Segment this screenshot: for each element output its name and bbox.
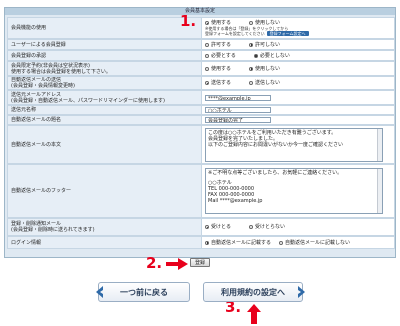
radio-selected-icon	[249, 42, 254, 47]
approval-label: 会員登録の承認	[11, 52, 47, 59]
chevron-left-icon	[96, 286, 103, 298]
radio-icon	[205, 42, 209, 47]
mail-body-label: 自動返信メールの本文	[11, 141, 62, 148]
row-mail-subject: 自動返信メールの題名 会員登録の完了	[7, 115, 395, 125]
radio-icon	[249, 81, 254, 85]
auto-mail-send-radio[interactable]: 送信する	[205, 80, 231, 86]
row-mail-footer: 自動返信メールのフッター ※ご不明な点等ございましたら、お気軽にご連絡ください。…	[7, 164, 395, 218]
reservation-on-radio[interactable]: 使用する	[205, 66, 231, 72]
mail-body-textarea[interactable]: この度は○○ホテルをご利用いただき有難うございます。 会員登録を完了いたしました…	[205, 127, 383, 162]
row-login-info: ログイン情報 自動返信メールに記載する 自動返信メールに記載しない	[7, 236, 395, 249]
step-2-marker: 2.	[146, 254, 163, 272]
radio-selected-icon	[249, 66, 254, 71]
row-reservation: 会員限定予約(非会員は空状況表示) 使用する場合は会員登録を使用して下さい。 使…	[7, 61, 395, 76]
row-sender-name: 送信元名称 ○○ホテル	[7, 105, 395, 115]
radio-selected-icon	[205, 21, 209, 25]
step-1-marker: 1.	[180, 12, 197, 30]
notice-label-sub: (会員登録・削除時に送られてきます)	[11, 227, 95, 233]
arrow-up-icon	[247, 304, 261, 324]
back-button-label: 一つ前に戻る	[120, 287, 168, 297]
row-auto-mail: 自動返信メールの送信 (会員登録・会員情報変更時) 送信する 送信しない	[7, 76, 395, 90]
row-sender-address: 送信元メールアドレス (会員登録・自動返信メール、パスワードリマインダーに使用し…	[7, 90, 395, 105]
login-info-exclude-radio[interactable]: 自動返信メールに記載しない	[279, 240, 350, 246]
row-notice: 登録・削除通知メール (会員登録・削除時に送られてきます) 受けとる 受けとらな…	[7, 218, 395, 236]
next-terms-button[interactable]: 利用規約の設定へ	[203, 282, 305, 302]
next-terms-button-label: 利用規約の設定へ	[221, 287, 285, 297]
row-approval: 会員登録の承認 必要とする 必要としない	[7, 50, 395, 61]
member-settings-panel: 会員基本設定 会員機能の使用 使用する 使用しない ※使用する場合は「登録」をク…	[4, 7, 396, 258]
sender-name-label: 送信元名称	[11, 107, 37, 113]
member-function-note-2: 登録フォームを設定してください	[205, 31, 265, 36]
reservation-off-radio[interactable]: 使用しない	[249, 66, 280, 72]
notice-receive-radio[interactable]: 受けとる	[205, 224, 231, 230]
mail-footer-textarea[interactable]: ※ご不明な点等ございましたら、お気軽にご連絡ください。 ○○ホテル TEL 00…	[205, 168, 383, 214]
row-mail-body: 自動返信メールの本文 この度は○○ホテルをご利用いただき有難うございます。 会員…	[7, 125, 395, 164]
radio-selected-icon	[205, 225, 209, 229]
scrollbar[interactable]	[377, 128, 382, 161]
mail-subject-input[interactable]: 会員登録の完了	[205, 117, 271, 123]
radio-icon	[249, 225, 254, 229]
sender-name-input[interactable]: ○○ホテル	[205, 107, 271, 113]
auto-mail-label-sub: (会員登録・会員情報変更時)	[11, 83, 75, 89]
radio-icon	[249, 21, 254, 25]
chevron-right-icon	[298, 286, 305, 298]
mail-subject-label: 自動返信メールの題名	[11, 117, 62, 123]
notice-decline-radio[interactable]: 受けとらない	[249, 224, 285, 230]
login-info-label: ログイン情報	[11, 239, 42, 246]
scrollbar[interactable]	[377, 169, 382, 213]
reservation-label-sub: 使用する場合は会員登録を使用して下さい。	[11, 68, 111, 75]
sender-address-input[interactable]: ****@example.jp	[205, 94, 271, 101]
radio-selected-icon	[205, 81, 209, 85]
user-registration-label: ユーザーによる会員登録	[11, 41, 66, 48]
radio-selected-icon	[205, 240, 209, 245]
step-3-marker: 3.	[225, 298, 242, 316]
radio-icon	[205, 66, 209, 71]
row-member-function: 会員機能の使用 使用する 使用しない ※使用する場合は「登録」をクリックしてから…	[7, 17, 395, 39]
auto-mail-nosend-radio[interactable]: 送信しない	[249, 80, 280, 86]
member-function-label: 会員機能の使用	[11, 25, 47, 31]
radio-selected-icon	[253, 53, 258, 58]
sender-address-label-sub: (会員登録・自動返信メール、パスワードリマインダーに使用します)	[11, 97, 165, 104]
registration-form-settings-link[interactable]: 登録フォーム設定へ	[266, 31, 309, 36]
login-info-include-radio[interactable]: 自動返信メールに記載する	[205, 240, 271, 246]
back-button[interactable]: 一つ前に戻る	[96, 282, 190, 302]
arrow-right-icon	[166, 258, 188, 270]
mail-footer-label: 自動返信メールのフッター	[11, 188, 72, 194]
approval-required-radio[interactable]: 必要とする	[205, 53, 236, 59]
submit-button[interactable]: 登録	[190, 258, 210, 267]
radio-icon	[205, 53, 209, 58]
user-registration-allow-radio[interactable]: 許可する	[205, 42, 231, 48]
user-registration-deny-radio[interactable]: 許可しない	[249, 42, 280, 48]
row-user-registration: ユーザーによる会員登録 許可する 許可しない	[7, 39, 395, 50]
approval-not-required-radio[interactable]: 必要としない	[253, 53, 290, 59]
panel-title: 会員基本設定	[5, 8, 395, 15]
radio-icon	[279, 240, 284, 245]
